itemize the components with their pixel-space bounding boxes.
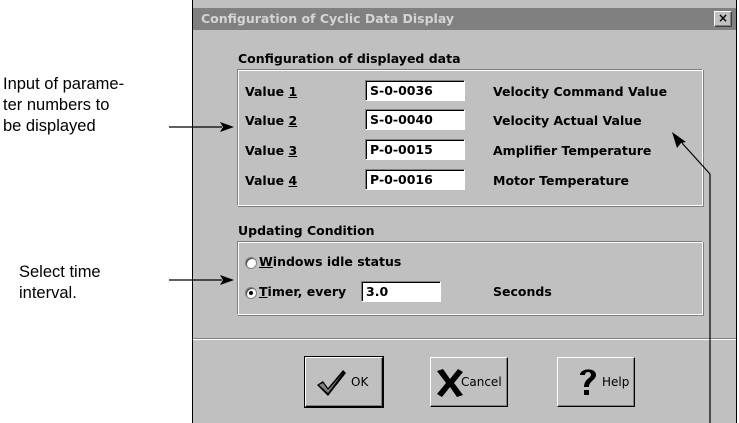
annotation-line: ter numbers to (3, 96, 110, 114)
param-description: Velocity Actual Value (493, 113, 642, 128)
param-input[interactable]: S-0-0036 (365, 80, 465, 101)
annotation-line: interval. (19, 284, 77, 302)
param-input[interactable]: P-0-0015 (365, 139, 465, 160)
radio-idle-label[interactable]: Windows idle status (259, 254, 401, 269)
radio-circle[interactable] (245, 287, 257, 299)
ok-label: OK (351, 375, 369, 389)
annotation-line: be displayed (3, 117, 96, 135)
cancel-button[interactable]: Cancel (430, 357, 508, 407)
dialog-title: Configuration of Cyclic Data Display (201, 11, 455, 26)
param-input[interactable]: P-0-0016 (365, 169, 465, 190)
close-icon: × (717, 11, 729, 25)
question-mark-icon (580, 369, 596, 395)
checkmark-icon (317, 370, 346, 396)
value-label: Value 3 (245, 143, 298, 158)
timer-interval-input[interactable]: 3.0 (361, 281, 441, 302)
cyclic-data-dialog: Configuration of Cyclic Data Display × C… (192, 0, 737, 423)
annotation-select-time: Select time interval. (19, 262, 101, 304)
param-input[interactable]: S-0-0040 (365, 109, 465, 130)
value-label: Value 1 (245, 84, 298, 99)
update-group-label: Updating Condition (238, 223, 375, 238)
ok-button[interactable]: OK (304, 356, 384, 408)
value-label: Value 2 (245, 113, 298, 128)
annotation-input-params: Input of parame- ter numbers to be displ… (3, 74, 124, 137)
radio-selected-dot (249, 291, 253, 295)
annotation-line: Input of parame- (3, 75, 125, 93)
data-group-label: Configuration of displayed data (238, 51, 461, 66)
separator (193, 338, 736, 340)
timer-unit-label: Seconds (493, 284, 552, 299)
help-label: Help (602, 375, 630, 389)
close-button[interactable]: × (714, 11, 732, 27)
param-description: Amplifier Temperature (493, 143, 652, 158)
radio-circle[interactable] (245, 257, 257, 269)
param-description: Velocity Command Value (493, 84, 668, 99)
help-button[interactable]: Help (557, 357, 635, 407)
radio-timer-label[interactable]: Timer, every (259, 284, 346, 299)
cancel-label: Cancel (461, 375, 502, 389)
update-group-box (237, 241, 703, 315)
value-label: Value 4 (245, 173, 298, 188)
annotation-line: Select time (19, 263, 101, 281)
param-description: Motor Temperature (493, 173, 630, 188)
title-bar[interactable]: Configuration of Cyclic Data Display × (193, 8, 736, 30)
